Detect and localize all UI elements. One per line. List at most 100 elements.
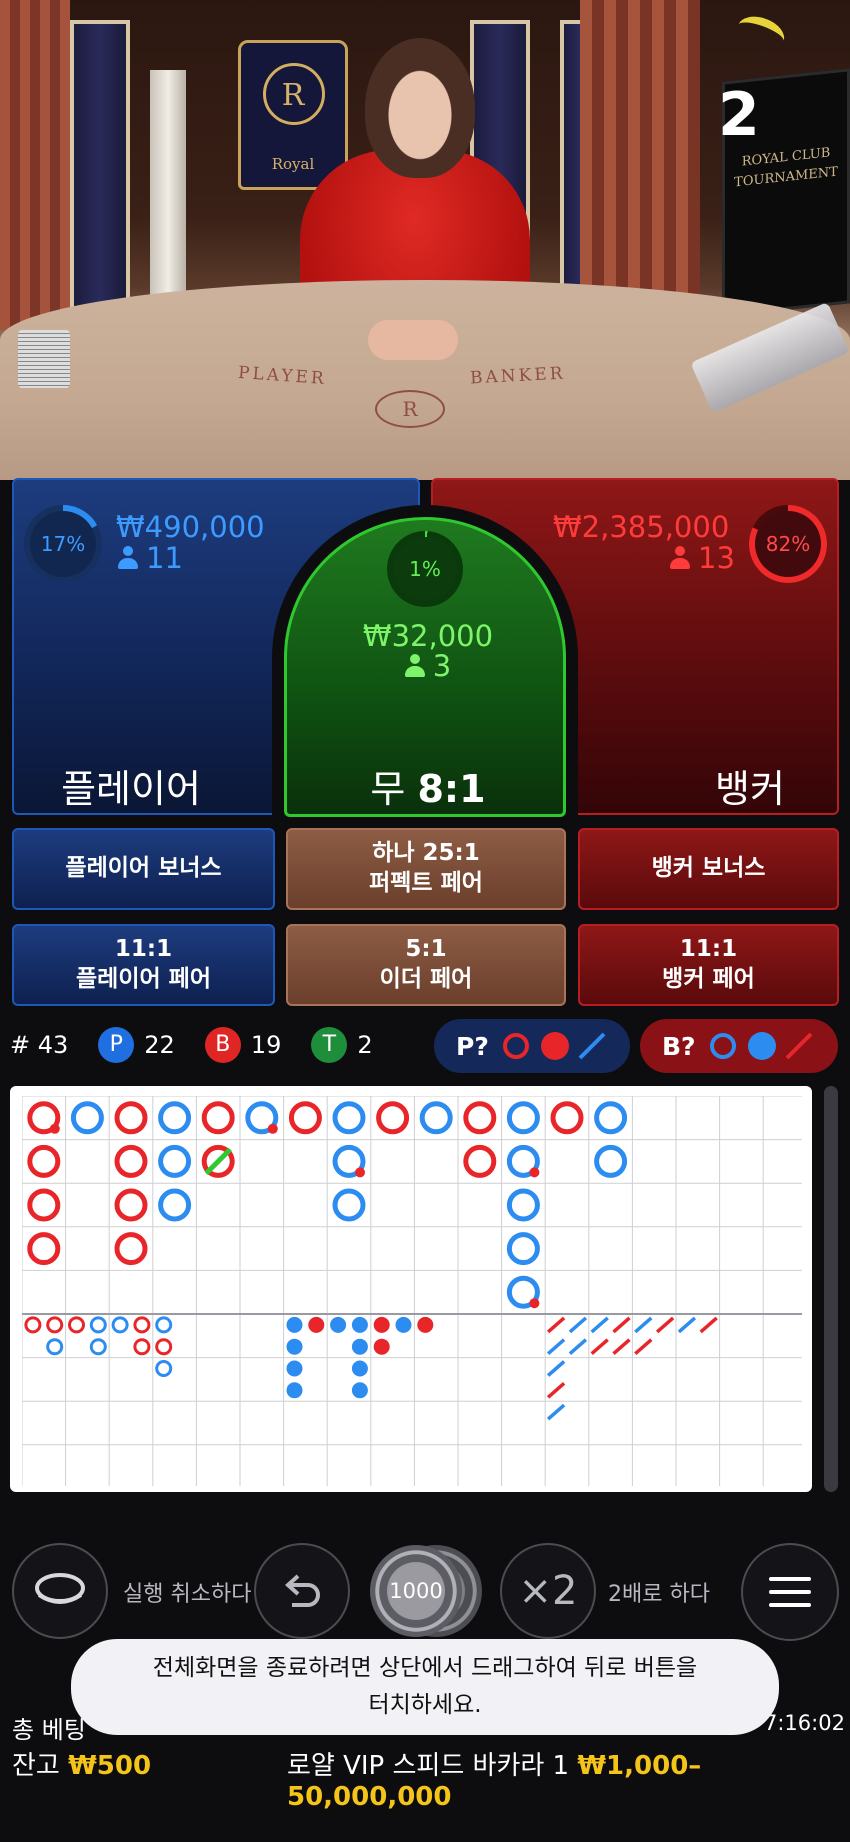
big-road-mark (114, 1144, 148, 1178)
player-pair-button[interactable]: 11:1 플레이어 페어 (12, 924, 275, 1006)
big-eye-road-mark (155, 1316, 173, 1334)
player-pair-odds: 11:1 (114, 936, 173, 963)
pair-dot-mark (529, 1298, 540, 1309)
tie-percent-ring: 1% (387, 531, 463, 607)
roadmap-scrollbar[interactable] (824, 1086, 838, 1492)
cockroach-road-mark (634, 1338, 653, 1356)
big-road-mark (463, 1101, 497, 1135)
undo-all-button[interactable] (12, 1543, 108, 1639)
big-eye-road-mark (111, 1316, 129, 1334)
scoreboard-roadmap[interactable] (10, 1086, 812, 1492)
big-road-mark (27, 1232, 61, 1266)
cockroach-road-mark (568, 1316, 588, 1334)
results-stats: # 43 P 22 B 19 T 2 (10, 1025, 373, 1065)
player-bonus-label: 플레이어 보너스 (65, 855, 222, 882)
banker-bettor-count: 13 (670, 541, 735, 575)
banker-pair-label: 뱅커 페어 (662, 966, 755, 992)
toast-line1: 전체화면을 종료하려면 상단에서 드래그하여 뒤로 버튼을 (152, 1655, 698, 1681)
curtain-left (0, 0, 70, 330)
cockroach-road-mark (568, 1338, 588, 1356)
small-road-mark (417, 1316, 434, 1333)
tie-bettor-count: 3 (287, 649, 569, 683)
perfect-pair-button[interactable]: 하나 25:1 퍼펙트 페어 (286, 828, 566, 910)
tie-label: 무 8:1 (287, 758, 569, 813)
big-road-mark (158, 1144, 192, 1178)
big-eye-road-mark (155, 1338, 173, 1356)
curtain-right (580, 0, 700, 330)
big-eye-road-mark (89, 1316, 107, 1334)
tie-count-badge: T (311, 1027, 348, 1063)
live-video-feed: R Royal ROYAL CLUB TOURNAMENT PLAYER BAN… (0, 0, 850, 480)
double-label[interactable]: 2배로 하다 (608, 1576, 710, 1608)
either-pair-button[interactable]: 5:1 이더 페어 (286, 924, 566, 1006)
big-road-mark (158, 1101, 192, 1135)
banker-pair-button[interactable]: 11:1 뱅커 페어 (578, 924, 839, 1006)
small-road-mark (286, 1316, 303, 1333)
dealer-hands (368, 320, 458, 360)
big-road-mark (114, 1188, 148, 1222)
big-road-mark (550, 1101, 584, 1135)
predict-banker-label: B? (662, 1031, 696, 1061)
big-road-mark (70, 1101, 104, 1135)
big-road-mark (201, 1101, 235, 1135)
pair-dot-mark (529, 1167, 540, 1178)
hand-count: # 43 (10, 1031, 69, 1059)
banker-total-amount: ₩2,385,000 (553, 510, 730, 544)
timer-arc-icon (733, 10, 789, 56)
small-road-mark (373, 1338, 390, 1355)
small-road-mark (373, 1316, 390, 1333)
big-road-mark (288, 1101, 322, 1135)
balance-label: 잔고 (12, 1751, 60, 1781)
small-road-mark (351, 1316, 368, 1333)
pillar-left (70, 20, 130, 330)
big-eye-road-mark (46, 1316, 64, 1334)
undo-all-label[interactable]: 실행 취소하다 (123, 1576, 251, 1608)
big-road-mark (158, 1188, 192, 1222)
big-road-mark (506, 1101, 540, 1135)
player-count-value: 11 (146, 541, 183, 575)
chip-value: 1000 (389, 1579, 443, 1603)
hamburger-menu-icon (769, 1577, 811, 1607)
cockroach-road-mark (590, 1338, 609, 1356)
chip-icon: 1000 (370, 1545, 462, 1637)
either-pair-label: 이더 페어 (379, 966, 473, 992)
cockroach-road-mark (655, 1316, 675, 1334)
predict-banker-button[interactable]: B? (640, 1019, 838, 1073)
big-eye-road-mark (133, 1316, 151, 1334)
predict-player-button[interactable]: P? (434, 1019, 630, 1073)
perfect-pair-odds: 하나 25:1 (372, 840, 480, 867)
fullscreen-toast: 전체화면을 종료하려면 상단에서 드래그하여 뒤로 버튼을 터치하세요. (71, 1639, 779, 1735)
banker-count-value: 13 (698, 541, 735, 575)
undo-arrow-icon (285, 1574, 320, 1607)
small-road-mark (308, 1316, 325, 1333)
undo-button[interactable] (254, 1543, 350, 1639)
banker-bonus-label: 뱅커 보너스 (651, 855, 766, 882)
big-road-mark (376, 1101, 410, 1135)
cockroach-road-mark (546, 1316, 566, 1334)
royal-emblem: R Royal (238, 40, 348, 190)
player-bonus-button[interactable]: 플레이어 보너스 (12, 828, 275, 910)
undo-all-icon (35, 1573, 85, 1604)
countdown-timer: 2 (718, 80, 760, 150)
balance-value: ₩500 (68, 1751, 152, 1781)
banker-bonus-button[interactable]: 뱅커 보너스 (578, 828, 839, 910)
dealer-head (365, 38, 475, 178)
tie-percent: 1% (393, 537, 457, 601)
menu-button[interactable] (741, 1543, 839, 1641)
person-icon (118, 546, 138, 570)
double-button[interactable]: ×2 (500, 1543, 596, 1639)
cockroach-road-mark (590, 1316, 609, 1334)
small-road-mark (351, 1360, 368, 1377)
player-wins-badge: P (98, 1027, 135, 1063)
big-eye-road-mark (133, 1338, 151, 1356)
slash-icon (785, 1032, 812, 1060)
big-road-mark (506, 1188, 540, 1222)
person-icon (670, 546, 690, 570)
perfect-pair-label: 퍼펙트 페어 (369, 870, 483, 896)
selected-chip[interactable]: 1000 (370, 1545, 482, 1637)
card-stack (18, 330, 70, 388)
hollow-circle-icon (709, 1033, 736, 1059)
cockroach-road-mark (546, 1338, 566, 1356)
slash-icon (578, 1032, 606, 1060)
cockroach-road-mark (546, 1403, 566, 1421)
